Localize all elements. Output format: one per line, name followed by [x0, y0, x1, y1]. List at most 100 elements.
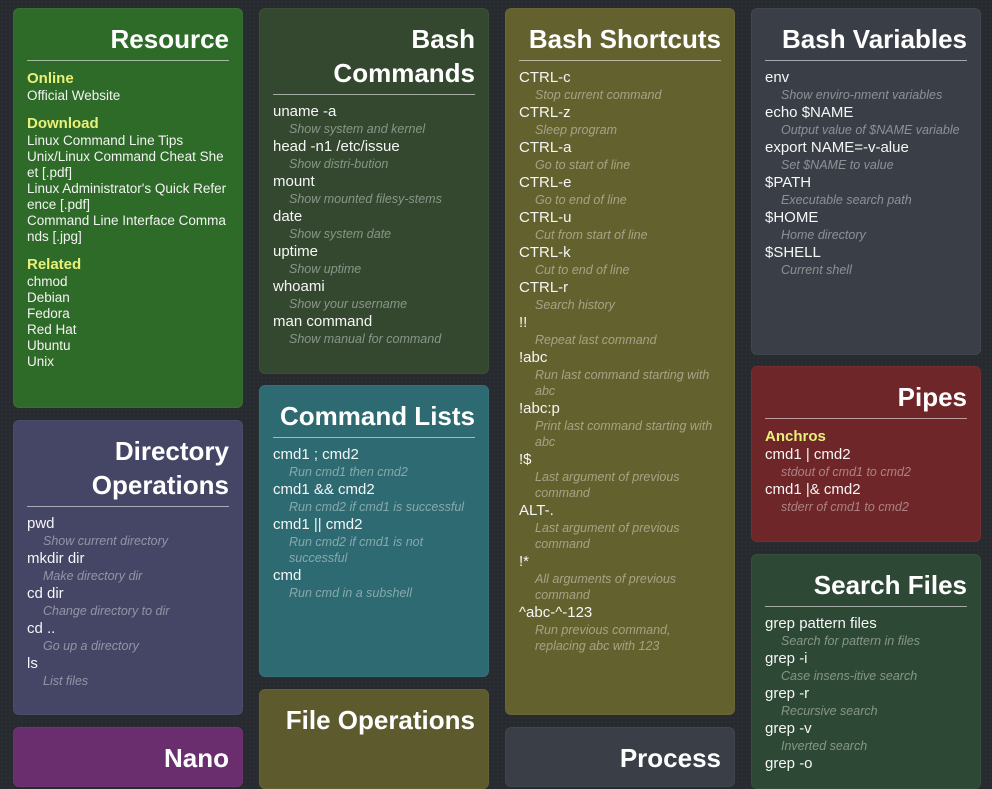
entry-description: Case insens-itive search — [781, 669, 918, 683]
entry-description: Show system and kernel — [289, 122, 426, 136]
entry-description: Sleep program — [535, 123, 617, 137]
entry: pwd Show current directory — [27, 515, 229, 549]
resource-link[interactable]: Official Website — [27, 88, 229, 104]
resource-link[interactable]: Linux Command Line Tips — [27, 133, 229, 149]
resource-link[interactable]: Fedora — [27, 306, 229, 322]
entry-command: pwd — [27, 515, 55, 532]
entry-command: CTRL-r — [519, 279, 569, 296]
entry: CTRL-e Go to end of line — [519, 174, 721, 208]
resource-subhead-download: Download — [27, 115, 99, 132]
entry: cd .. Go up a directory — [27, 620, 229, 654]
entry-description: Show uptime — [289, 262, 362, 276]
resource-link[interactable]: Unix/Linux Command Cheat Sheet [.pdf] — [27, 149, 229, 181]
command-lists-card: Command Lists cmd1 ; cmd2 Run cmd1 then c… — [259, 385, 489, 677]
directory-operations-card: Directory Operations pwd Show current dir… — [13, 420, 243, 715]
entry-description: Repeat last command — [535, 333, 657, 347]
entry-command: !! — [519, 314, 528, 331]
entry-description: Show current directory — [43, 534, 169, 548]
entry: $HOME Home directory — [765, 209, 967, 243]
resource-link[interactable]: chmod — [27, 274, 229, 290]
resource-link[interactable]: Linux Administrator's Quick Reference [.… — [27, 181, 229, 213]
entry-command: grep pattern files — [765, 615, 877, 632]
entry: ls List files — [27, 655, 229, 689]
entry: CTRL-r Search history — [519, 279, 721, 313]
entry-command: $HOME — [765, 209, 819, 226]
entry-command: grep -i — [765, 650, 808, 667]
entry-command: $PATH — [765, 174, 812, 191]
entry-description: Output value of $NAME variable — [781, 123, 960, 137]
entry-command: echo $NAME — [765, 104, 854, 121]
entry-command: whoami — [273, 278, 325, 295]
entry-description: Run cmd2 if cmd1 is successful — [289, 500, 465, 514]
entry-command: cmd1 && cmd2 — [273, 481, 375, 498]
entry-description: Cut to end of line — [535, 263, 630, 277]
entry-command: cmd1 ; cmd2 — [273, 446, 359, 463]
bash-variables-card: Bash Variables env Show enviro-nment vari… — [751, 8, 981, 355]
entry-description: Stop current command — [535, 88, 662, 102]
entry: export NAME=-v-alue Set $NAME to value — [765, 139, 967, 173]
resource-link[interactable]: Command Line Interface Commands [.jpg] — [27, 213, 229, 245]
entry-command: !abc — [519, 349, 548, 366]
resource-link[interactable]: Debian — [27, 290, 229, 306]
entry-command: env — [765, 69, 790, 86]
entry-description: Last argument of previous command — [535, 521, 680, 551]
entry-description: Run previous command, replacing abc with… — [535, 623, 671, 653]
entry-description: Search for pattern in files — [781, 634, 920, 648]
entry-description: Run cmd1 then cmd2 — [289, 465, 408, 479]
entry: cd dir Change directory to dir — [27, 585, 229, 619]
nano-title: Nano — [164, 743, 229, 773]
entry-command: cd .. — [27, 620, 56, 637]
file-operations-title: File Operations — [285, 705, 475, 735]
entry: CTRL-k Cut to end of line — [519, 244, 721, 278]
entry: uptime Show uptime — [273, 243, 475, 277]
entry: $PATH Executable search path — [765, 174, 967, 208]
entry-command: ALT-. — [519, 502, 554, 519]
entry-description: List files — [43, 674, 89, 688]
entry-command: grep -r — [765, 685, 810, 702]
bash-commands-card: Bash Commands uname -a Show system and ke… — [259, 8, 489, 374]
entry: grep -i Case insens-itive search — [765, 650, 967, 684]
entry-description: Run last command starting with abc — [535, 368, 710, 398]
entry-command: grep -o — [765, 755, 813, 772]
entry-command: cmd1 || cmd2 — [273, 516, 363, 533]
entry-command: cmd1 | cmd2 — [765, 446, 851, 463]
resource-link[interactable]: Unix — [27, 354, 229, 370]
bash-variables-title: Bash Variables — [765, 22, 967, 61]
resource-group-related: Related chmod Debian Fedora Red Hat Ubun… — [27, 255, 229, 370]
entry: CTRL-a Go to start of line — [519, 139, 721, 173]
entry-command: cmd — [273, 567, 302, 584]
entry-description: Show manual for command — [289, 332, 442, 346]
entry: cmd1 || cmd2 Run cmd2 if cmd1 is not succ… — [273, 516, 475, 566]
entry-command: mount — [273, 173, 315, 190]
bash-shortcuts-title: Bash Shortcuts — [519, 22, 721, 61]
bash-commands-title: Bash Commands — [273, 22, 475, 95]
resource-group-online: Online Official Website — [27, 69, 229, 104]
entry-description: Run cmd in a subshell — [289, 586, 412, 600]
resource-link[interactable]: Ubuntu — [27, 338, 229, 354]
entry: date Show system date — [273, 208, 475, 242]
entry-command: man command — [273, 313, 373, 330]
entry-command: $SHELL — [765, 244, 821, 261]
entry-command: export NAME=-v-alue — [765, 139, 909, 156]
entry-description: Run cmd2 if cmd1 is not successful — [289, 535, 424, 565]
entry-command: head -n1 /etc/issue — [273, 138, 400, 155]
entry: !* All arguments of previous command — [519, 553, 721, 603]
entry: cmd Run cmd in a subshell — [273, 567, 475, 601]
entry-command: CTRL-z — [519, 104, 571, 121]
resource-title: Resource — [27, 22, 229, 61]
entry: !abc:p Print last command starting with a… — [519, 400, 721, 450]
resource-link[interactable]: Red Hat — [27, 322, 229, 338]
resource-subhead-online: Online — [27, 70, 74, 87]
entry: ALT-. Last argument of previous command — [519, 502, 721, 552]
entry-description: Inverted search — [781, 739, 868, 753]
entry-command: grep -v — [765, 720, 812, 737]
entry: cmd1 ; cmd2 Run cmd1 then cmd2 — [273, 446, 475, 480]
entry-command: !$ — [519, 451, 532, 468]
entry-command: mkdir dir — [27, 550, 85, 567]
entry: echo $NAME Output value of $NAME variable — [765, 104, 967, 138]
entry-description: Go up a directory — [43, 639, 139, 653]
entry-description: Go to end of line — [535, 193, 627, 207]
entry: !$ Last argument of previous command — [519, 451, 721, 501]
entry-description: Show enviro-nment variables — [781, 88, 943, 102]
entry: CTRL-c Stop current command — [519, 69, 721, 103]
